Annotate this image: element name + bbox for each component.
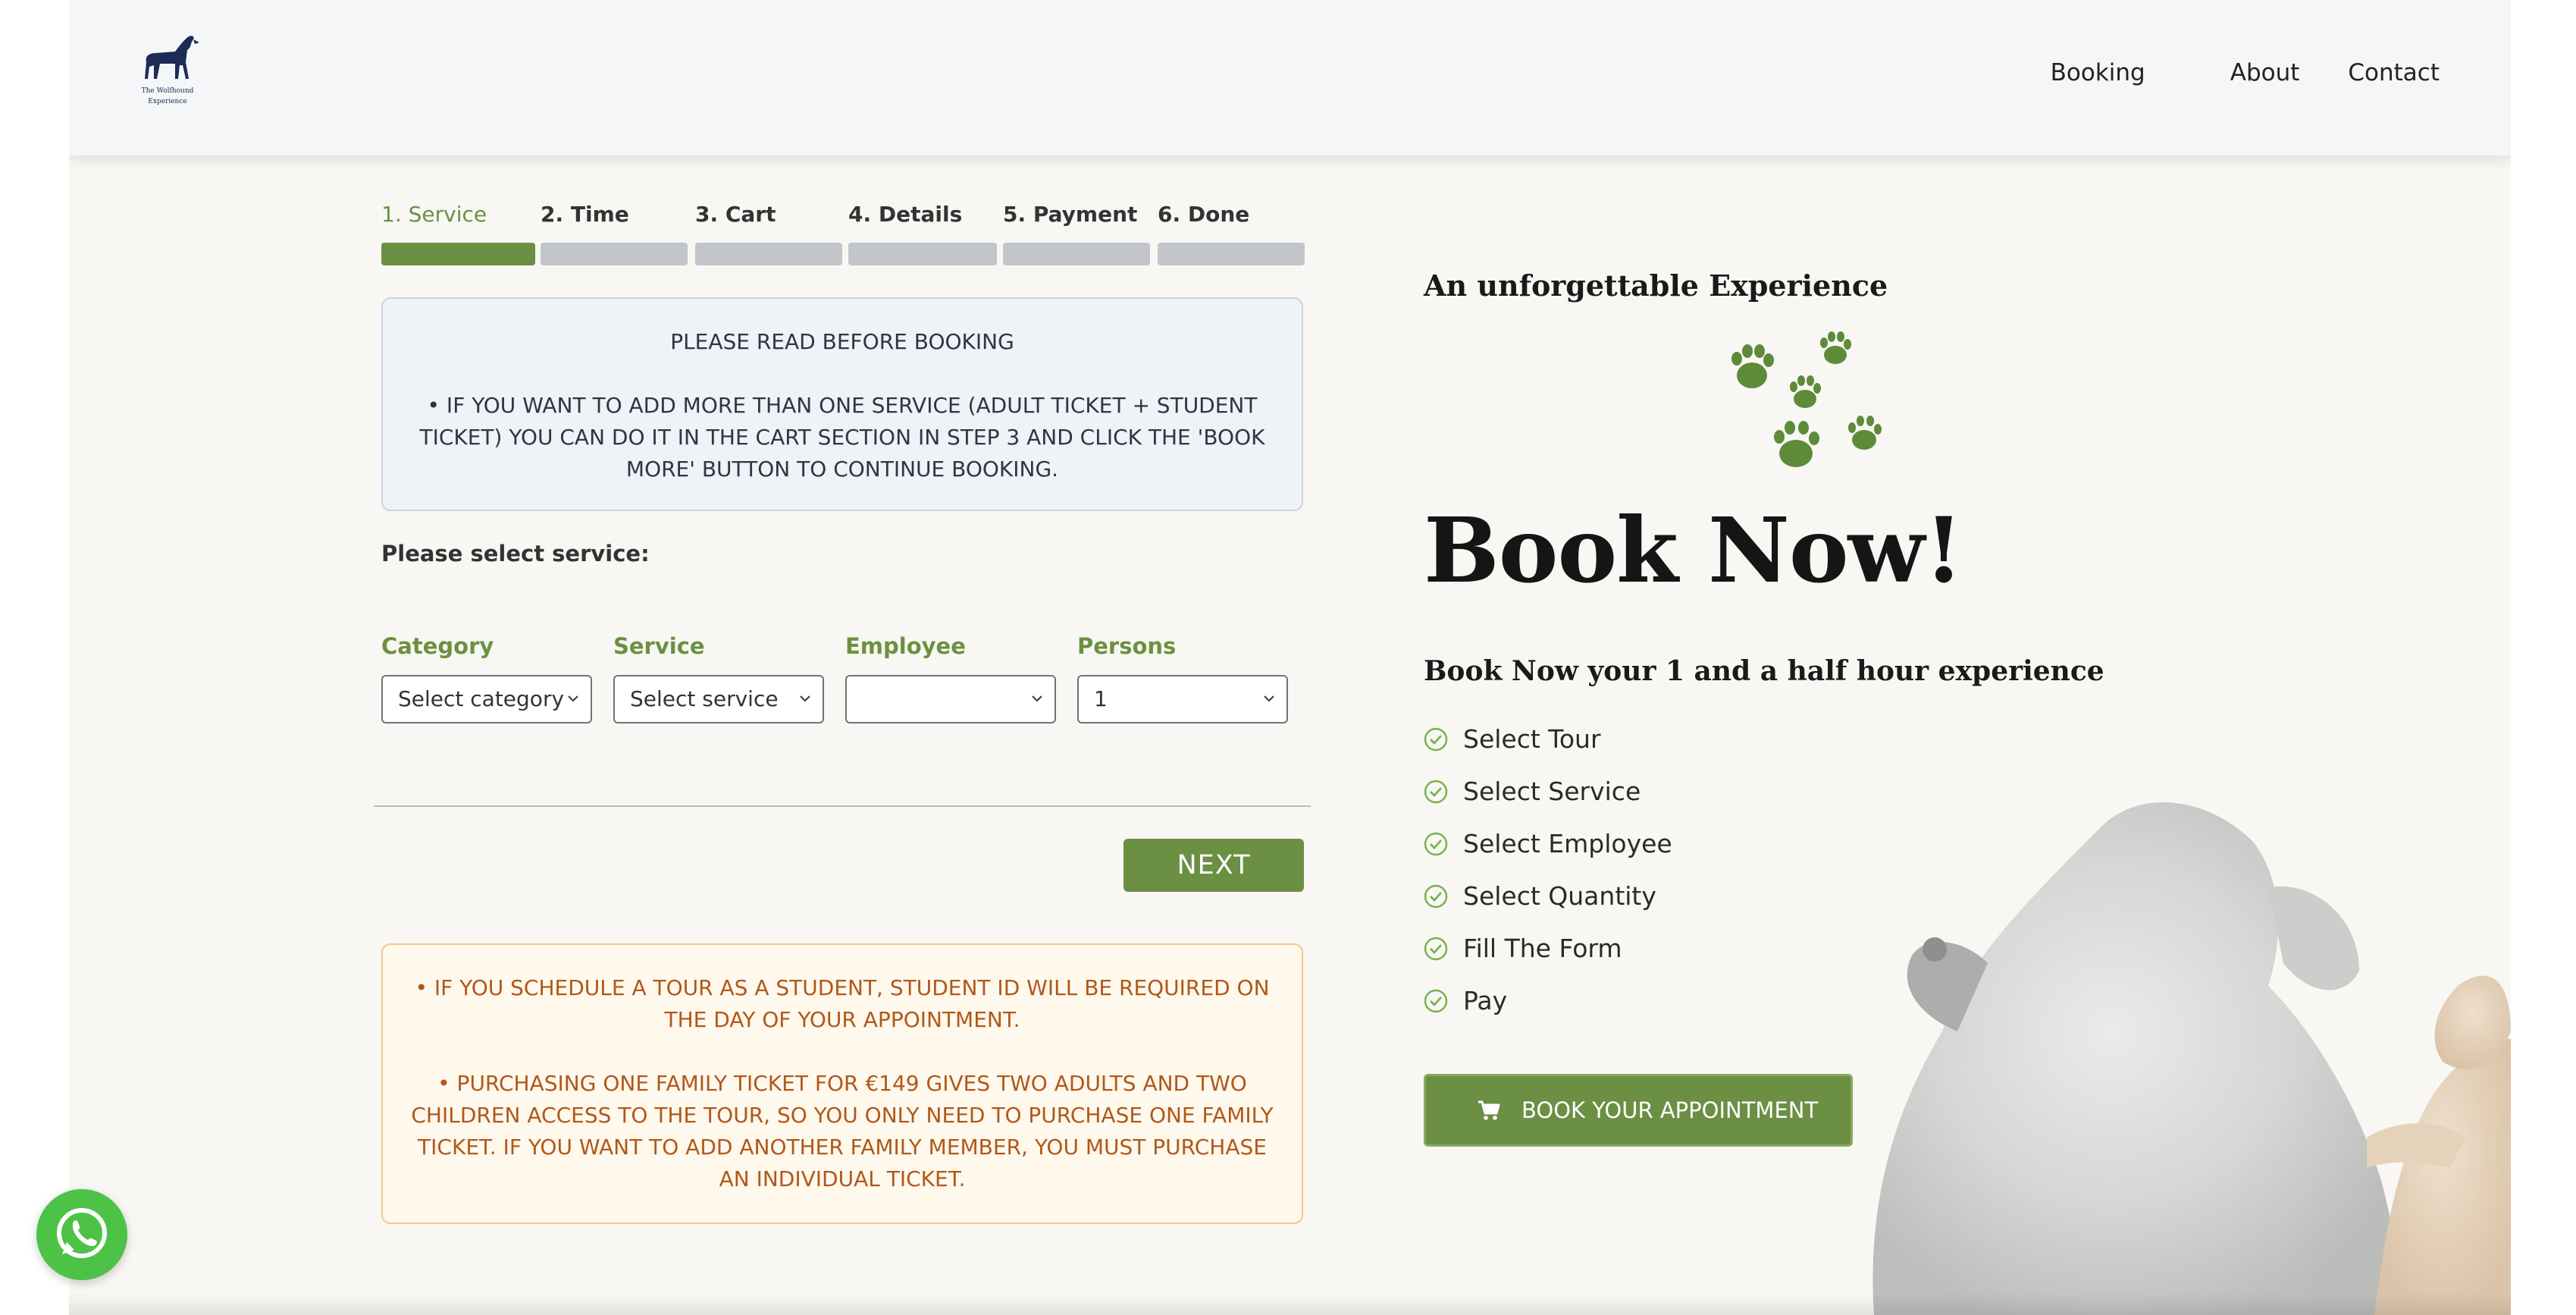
step-bar-done [1158,243,1305,265]
nav-about[interactable]: About [2230,59,2300,86]
check-circle-icon [1424,780,1448,803]
checklist-item: Select Tour [1424,713,1672,765]
step-bar-time [541,243,688,265]
booking-steps: 1. Service 2. Time 3. Cart 4. Details 5.… [381,202,1306,268]
select-service-label: Please select service: [381,541,650,566]
persons-select-value: 1 [1094,686,1108,711]
step-time[interactable]: 2. Time [541,202,629,227]
employee-select[interactable] [845,675,1056,723]
book-now-heading: Book Now! [1424,497,1963,603]
step-details[interactable]: 4. Details [848,202,962,227]
check-circle-icon [1424,937,1448,960]
book-now-subtitle: Book Now your 1 and a half hour experien… [1424,655,2104,687]
next-button[interactable]: NEXT [1123,839,1304,892]
dogs-photo [1872,802,2511,1315]
logo-text-line1: The Wolfhound [141,87,194,95]
promo-tagline: An unforgettable Experience [1424,268,1888,303]
category-select-value: Select category [398,686,565,711]
chevron-down-icon [800,695,810,702]
step-bar-service [381,243,535,265]
checklist-label: Select Tour [1463,724,1601,754]
category-label: Category [381,633,494,659]
logo-text-line2: Experience [148,98,187,105]
check-circle-icon [1424,727,1448,751]
checklist-label: Select Employee [1463,829,1672,858]
paw-prints-icon [1731,331,1882,467]
checklist-label: Fill The Form [1463,934,1622,963]
cart-icon [1478,1100,1500,1120]
notice-body: • IF YOU WANT TO ADD MORE THAN ONE SERVI… [419,393,1265,482]
chevron-down-icon [568,695,578,702]
employee-field: Employee [845,631,1056,723]
whatsapp-button[interactable] [36,1189,127,1280]
step-bar-payment [1003,243,1150,265]
step-service[interactable]: 1. Service [381,202,487,227]
form-divider [374,805,1311,807]
ticket-notice-family: • PURCHASING ONE FAMILY TICKET FOR €149 … [411,1071,1274,1191]
whatsapp-icon [57,1208,107,1258]
checklist-item: Select Service [1424,765,1672,818]
check-circle-icon [1424,989,1448,1012]
step-done[interactable]: 6. Done [1158,202,1249,227]
wolfhound-logo-icon [145,36,199,79]
main-nav: Booking About Contact [2051,59,2440,86]
checklist-item: Fill The Form [1424,922,1672,974]
checklist-item: Select Quantity [1424,870,1672,922]
employee-label: Employee [845,633,966,659]
step-bar-details [848,243,997,265]
checklist-item: Select Employee [1424,818,1672,870]
service-select-value: Select service [630,686,779,711]
check-circle-icon [1424,884,1448,908]
persons-field: Persons 1 [1077,631,1288,723]
step-bar-cart [695,243,842,265]
booking-notice: PLEASE READ BEFORE BOOKING • IF YOU WANT… [381,297,1303,511]
page: The Wolfhound Experience Booking About C… [69,0,2511,1315]
nav-booking[interactable]: Booking [2051,59,2145,86]
persons-select[interactable]: 1 [1077,675,1288,723]
checklist-label: Select Quantity [1463,881,1656,911]
category-select[interactable]: Select category [381,675,592,723]
ticket-notice: • IF YOU SCHEDULE A TOUR AS A STUDENT, S… [381,943,1303,1224]
step-payment[interactable]: 5. Payment [1003,202,1137,227]
chevron-down-icon [1264,695,1274,702]
booking-checklist: Select Tour Select Service Select Employ… [1424,713,1672,1027]
step-cart[interactable]: 3. Cart [695,202,776,227]
notice-title: PLEASE READ BEFORE BOOKING [670,329,1014,354]
service-field: Service Select service [613,631,824,723]
checklist-label: Pay [1463,986,1508,1015]
check-circle-icon [1424,832,1448,855]
book-appointment-button[interactable]: BOOK YOUR APPOINTMENT [1424,1074,1853,1147]
chevron-down-icon [1032,695,1042,702]
site-header: The Wolfhound Experience Booking About C… [69,0,2511,155]
checklist-item: Pay [1424,974,1672,1027]
book-appointment-label: BOOK YOUR APPOINTMENT [1521,1097,1819,1123]
checklist-label: Select Service [1463,777,1641,806]
persons-label: Persons [1077,633,1177,659]
site-logo[interactable]: The Wolfhound Experience [130,32,205,115]
category-field: Category Select category [381,631,592,723]
service-select[interactable]: Select service [613,675,824,723]
service-label: Service [613,633,705,659]
ticket-notice-student: • IF YOU SCHEDULE A TOUR AS A STUDENT, S… [415,975,1270,1032]
nav-contact[interactable]: Contact [2348,59,2440,86]
